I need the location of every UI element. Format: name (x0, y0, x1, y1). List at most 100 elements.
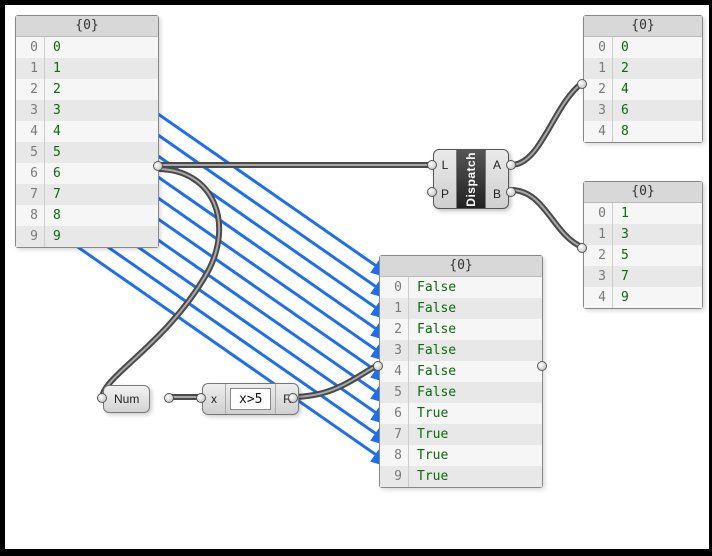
row-value: False (409, 319, 456, 340)
list-item: 36 (584, 100, 702, 121)
row-index: 1 (380, 298, 409, 319)
list-item: 0False (380, 277, 542, 298)
list-item: 25 (584, 245, 702, 266)
row-value: True (409, 424, 448, 445)
row-value: 2 (613, 58, 629, 79)
row-index: 3 (584, 100, 613, 121)
num-input-grip[interactable] (97, 393, 107, 403)
row-value: 1 (613, 203, 629, 224)
num-output-grip[interactable] (164, 393, 174, 403)
row-value: 5 (613, 245, 629, 266)
dispatch-title: Dispatch (464, 152, 478, 207)
dispatch-output-a-grip[interactable] (506, 160, 516, 170)
row-value: False (409, 277, 456, 298)
list-item: 66 (16, 163, 158, 184)
expression-input-grip[interactable] (196, 393, 206, 403)
panel-input-header: {0} (16, 16, 158, 37)
row-index: 4 (584, 287, 613, 308)
dispatch-output-b-grip[interactable] (506, 187, 516, 197)
row-value: True (409, 445, 448, 466)
row-index: 3 (16, 100, 45, 121)
panel-mask-header: {0} (380, 256, 542, 277)
row-value: 7 (45, 184, 61, 205)
panel-mask-output-grip[interactable] (537, 361, 547, 371)
row-index: 8 (380, 445, 409, 466)
row-value: 3 (613, 224, 629, 245)
list-item: 01 (584, 203, 702, 224)
row-value: False (409, 340, 456, 361)
list-item: 55 (16, 142, 158, 163)
panel-mask-input-grip[interactable] (373, 361, 383, 371)
row-index: 0 (380, 277, 409, 298)
row-index: 6 (380, 403, 409, 424)
row-index: 9 (16, 226, 45, 247)
num-component[interactable]: Num (103, 385, 150, 413)
row-index: 4 (584, 121, 613, 142)
list-item: 8True (380, 445, 542, 466)
panel-output-b[interactable]: {0} 0113253749 (583, 181, 703, 309)
row-value: False (409, 298, 456, 319)
row-index: 9 (380, 466, 409, 487)
row-value: 4 (613, 79, 629, 100)
row-index: 2 (584, 79, 613, 100)
expression-output-grip[interactable] (288, 393, 298, 403)
row-value: False (409, 382, 456, 403)
row-index: 4 (16, 121, 45, 142)
panel-input-output-grip[interactable] (153, 161, 163, 171)
row-index: 2 (380, 319, 409, 340)
list-item: 22 (16, 79, 158, 100)
panel-output-a[interactable]: {0} 0012243648 (583, 15, 703, 143)
row-index: 7 (16, 184, 45, 205)
expression-component[interactable]: x x>5 R (202, 383, 299, 415)
row-value: 0 (45, 37, 61, 58)
panel-output-a-input-grip[interactable] (577, 79, 587, 89)
dispatch-input-l-label: L (442, 158, 449, 172)
list-item: 24 (584, 79, 702, 100)
list-item: 77 (16, 184, 158, 205)
row-value: 6 (45, 163, 61, 184)
list-item: 33 (16, 100, 158, 121)
row-index: 4 (380, 361, 409, 382)
list-item: 49 (584, 287, 702, 308)
panel-mask-list[interactable]: {0} 0False1False2False3False4False5False… (379, 255, 543, 488)
panel-output-b-header: {0} (584, 182, 702, 203)
dispatch-output-b-label: B (493, 187, 501, 201)
row-index: 0 (584, 37, 613, 58)
list-item: 4False (380, 361, 542, 382)
row-value: 5 (45, 142, 61, 163)
panel-output-a-header: {0} (584, 16, 702, 37)
row-index: 8 (16, 205, 45, 226)
num-component-label: Num (104, 386, 149, 412)
row-value: 9 (613, 287, 629, 308)
row-value: 7 (613, 266, 629, 287)
list-item: 7True (380, 424, 542, 445)
list-item: 2False (380, 319, 542, 340)
row-value: 0 (613, 37, 629, 58)
dispatch-input-l-grip[interactable] (427, 160, 437, 170)
list-item: 44 (16, 121, 158, 142)
row-index: 6 (16, 163, 45, 184)
dispatch-input-p-label: P (441, 187, 449, 201)
list-item: 00 (584, 37, 702, 58)
row-value: 2 (45, 79, 61, 100)
row-value: 8 (613, 121, 629, 142)
row-value: True (409, 403, 448, 424)
dispatch-input-p-grip[interactable] (427, 187, 437, 197)
row-index: 2 (16, 79, 45, 100)
list-item: 37 (584, 266, 702, 287)
list-item: 11 (16, 58, 158, 79)
row-index: 3 (380, 340, 409, 361)
row-index: 2 (584, 245, 613, 266)
list-item: 9True (380, 466, 542, 487)
panel-output-b-input-grip[interactable] (577, 243, 587, 253)
dispatch-output-a-label: A (493, 158, 501, 172)
panel-input-list[interactable]: {0} 00112233445566778899 (15, 15, 159, 248)
dispatch-component[interactable]: L P Dispatch A B (433, 149, 509, 209)
row-value: False (409, 361, 456, 382)
row-value: 1 (45, 58, 61, 79)
list-item: 5False (380, 382, 542, 403)
list-item: 48 (584, 121, 702, 142)
row-index: 5 (380, 382, 409, 403)
row-value: 3 (45, 100, 61, 121)
expression-text[interactable]: x>5 (230, 388, 271, 410)
